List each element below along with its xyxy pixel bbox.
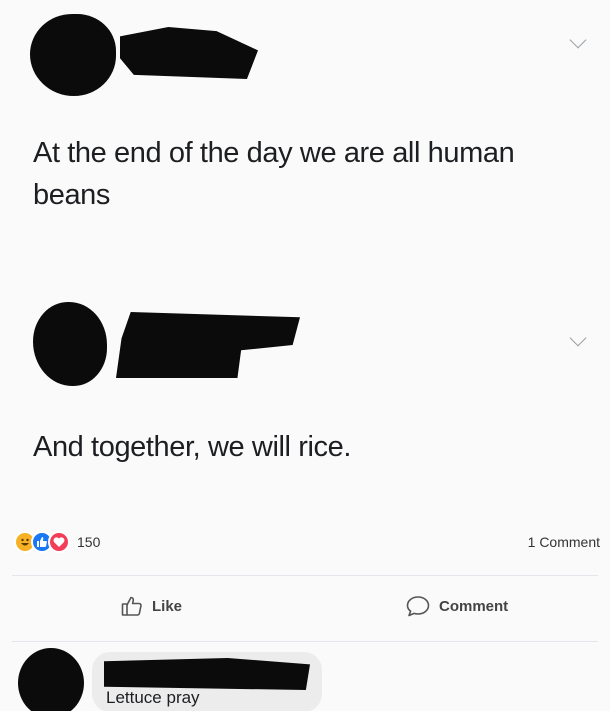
post-text: At the end of the day we are all human b… [33,137,515,212]
like-button-label: Like [152,597,183,615]
thumbs-up-icon [120,594,144,618]
divider [12,641,598,642]
speech-bubble-icon [405,594,431,618]
post-screenshot: At the end of the day we are all human b… [0,0,610,711]
author-name-redacted[interactable] [120,27,258,79]
comment-text: Lettuce pray [106,688,200,707]
comment-button[interactable]: Comment [405,594,508,618]
reactions-summary[interactable]: 150 [14,531,100,553]
reaction-count: 150 [77,534,101,550]
avatar-redacted[interactable] [30,14,116,96]
author-name-redacted[interactable] [116,312,300,378]
commenter-name-redacted[interactable] [104,658,310,690]
comment-count-link[interactable]: 1 Comment [528,534,600,550]
chevron-down-icon[interactable] [569,329,587,347]
reply-post-text: And together, we will rice. [33,431,352,463]
like-button[interactable]: Like [120,594,182,618]
divider [12,575,598,576]
comment-button-label: Comment [439,597,509,615]
chevron-down-icon[interactable] [569,31,587,49]
love-reaction-icon [48,531,70,553]
commenter-avatar-redacted[interactable] [18,648,84,711]
avatar-redacted[interactable] [33,302,107,386]
